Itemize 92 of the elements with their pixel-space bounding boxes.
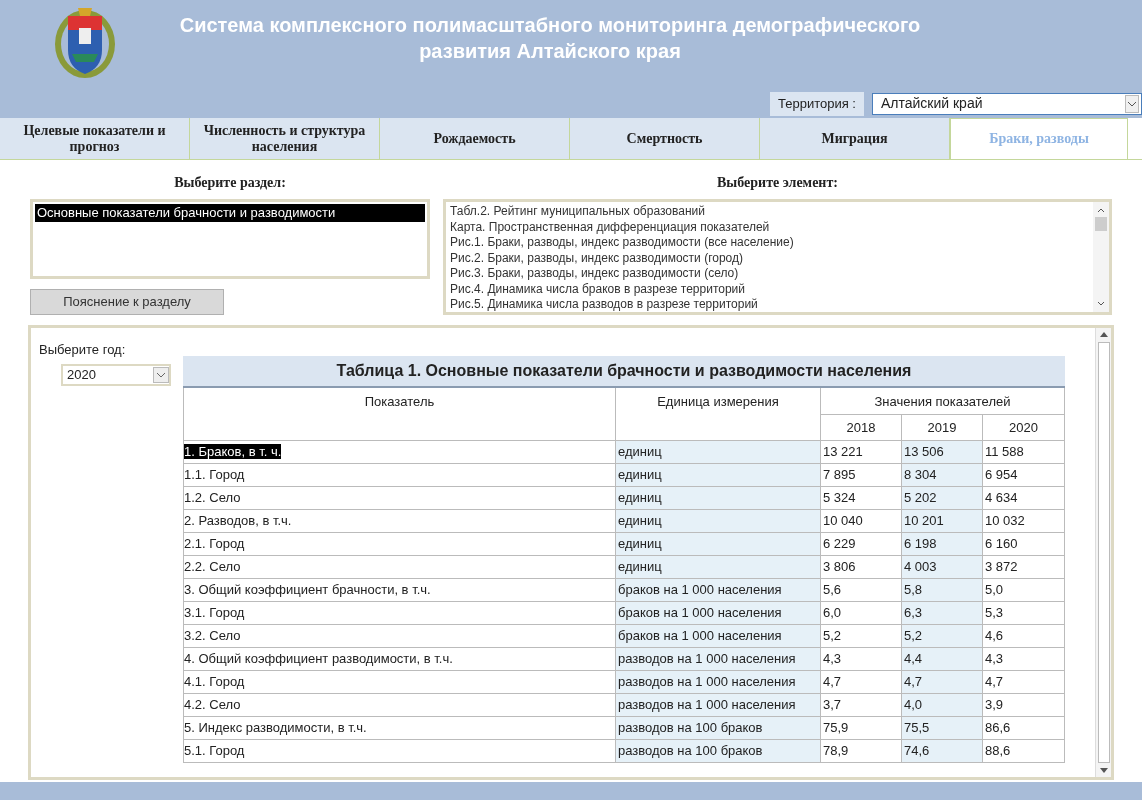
list-item[interactable]: Карта. Пространственная дифференциация показателей [450,219,1089,235]
tab[interactable]: Численность и структура населения [190,118,380,159]
list-item[interactable]: Рис.4. Динамика числа браков в разрезе территорий [450,281,1089,297]
list-item[interactable]: Табл.2. Рейтинг муниципальных образований [450,204,1089,220]
table-cell: разводов на 1 000 населения [616,694,821,717]
territory-select[interactable]: Алтайский край [871,92,1142,115]
table-cell: 4,6 [983,625,1065,648]
table-cell: 3. Общий коэффициент брачности, в т.ч. [184,582,431,597]
scroll-thumb[interactable] [1095,217,1107,231]
table-cell: единиц [616,441,821,464]
table-cell: 11 588 [983,441,1065,464]
table-cell: 3,9 [983,694,1065,717]
table-cell: 13 506 [902,441,983,464]
table-cell: браков на 1 000 населения [616,625,821,648]
app-title: Система комплексного полимасштабного мониторинга демографического развития Алтайского края [178,13,922,64]
table-cell: 4,0 [902,694,983,717]
table-cell: 75,5 [902,717,983,740]
table-cell: 1.1. Город [184,467,245,482]
table-cell: 6 954 [983,464,1065,487]
table-cell: 6 160 [983,533,1065,556]
column-header: Показатель [183,388,616,441]
table-cell: 10 032 [983,510,1065,533]
table-cell: 5 202 [902,487,983,510]
table-cell: 6,3 [902,602,983,625]
list-item[interactable]: Рис.1. Браки, разводы, индекс разводимости (все население) [450,235,1089,251]
column-header: 2020 [983,415,1065,441]
table-cell: единиц [616,464,821,487]
section-heading: Выберите раздел: [173,174,287,192]
tab[interactable]: Рождаемость [380,118,570,159]
list-item[interactable]: Основные показатели брачности и разводимости [35,204,425,222]
section-list[interactable]: Основные показатели брачности и разводимости [30,199,430,279]
table-cell: 86,6 [983,717,1065,740]
table-cell: 10 201 [902,510,983,533]
chevron-down-icon [153,366,169,383]
table-title: Таблица 1. Основные показатели брачности и разводимости населения [183,356,1065,388]
table-cell: 74,6 [902,740,983,763]
list-item[interactable]: Рис.5. Динамика числа разводов в разрезе территорий [450,297,1089,312]
table-cell: 2.1. Город [184,536,245,551]
table-cell: 5. Индекс разводимости, в т.ч. [184,720,367,735]
list-item[interactable]: Рис.3. Браки, разводы, индекс разводимости (село) [450,266,1089,282]
table-cell: разводов на 100 браков [616,740,821,763]
territory-label: Территория : [770,92,864,116]
list-item[interactable]: Рис.2. Браки, разводы, индекс разводимости (город) [450,250,1089,266]
table-cell: 5.1. Город [184,743,245,758]
column-header: 2018 [821,415,902,441]
tab[interactable]: Целевые показатели и прогноз [0,118,190,159]
table-cell: 4,7 [902,671,983,694]
table-cell: 5,3 [983,602,1065,625]
table-cell: 1.2. Село [184,490,241,505]
element-heading: Выберите элемент: [716,174,839,192]
column-header: Значения показателей [821,388,1065,415]
year-label: Выберите год: [39,341,127,359]
table-cell: 3 872 [983,556,1065,579]
scrollbar[interactable] [1095,328,1111,777]
table-cell: 2.2. Село [184,559,241,574]
table-cell: 4. Общий коэффициент разводимости, в т.ч. [184,651,453,666]
table-cell: единиц [616,533,821,556]
table-cell: единиц [616,510,821,533]
tab[interactable]: Миграция [760,118,950,159]
table-cell: 5,0 [983,579,1065,602]
table-cell: разводов на 100 браков [616,717,821,740]
table-cell: 5,8 [902,579,983,602]
year-select[interactable]: 2020 [61,363,171,386]
scroll-up-icon [1098,330,1109,340]
table-cell: 3.2. Село [184,628,241,643]
table-cell: разводов на 1 000 населения [616,648,821,671]
table-cell: 4,4 [902,648,983,671]
table-cell: разводов на 1 000 населения [616,671,821,694]
table-cell: 6 198 [902,533,983,556]
table-cell: 4 003 [902,556,983,579]
table-cell: единиц [616,487,821,510]
tab[interactable]: Смертность [570,118,760,159]
table-cell: 4,7 [983,671,1065,694]
table-cell: 4.1. Город [184,674,245,689]
table-cell: браков на 1 000 населения [616,579,821,602]
table-cell: 4,3 [983,648,1065,671]
scrollbar[interactable] [1093,202,1109,312]
table-cell: 3.1. Город [184,605,245,620]
explanation-button[interactable]: Пояснение к разделу [30,289,224,315]
table-cell: браков на 1 000 населения [616,602,821,625]
table-cell: единиц [616,556,821,579]
chevron-down-icon [1124,94,1139,113]
table-cell: 2. Разводов, в т.ч. [184,513,292,528]
scroll-thumb[interactable] [1097,342,1110,763]
table-cell: 5,2 [902,625,983,648]
scroll-down-icon [1098,765,1109,775]
table-cell: 4.2. Село [184,697,241,712]
table-cell: 1. Браков, в т. ч. [184,444,282,459]
element-list[interactable] [443,199,1112,315]
table-cell: 4 634 [983,487,1065,510]
table-cell: 8 304 [902,464,983,487]
table-cell: 88,6 [983,740,1065,763]
